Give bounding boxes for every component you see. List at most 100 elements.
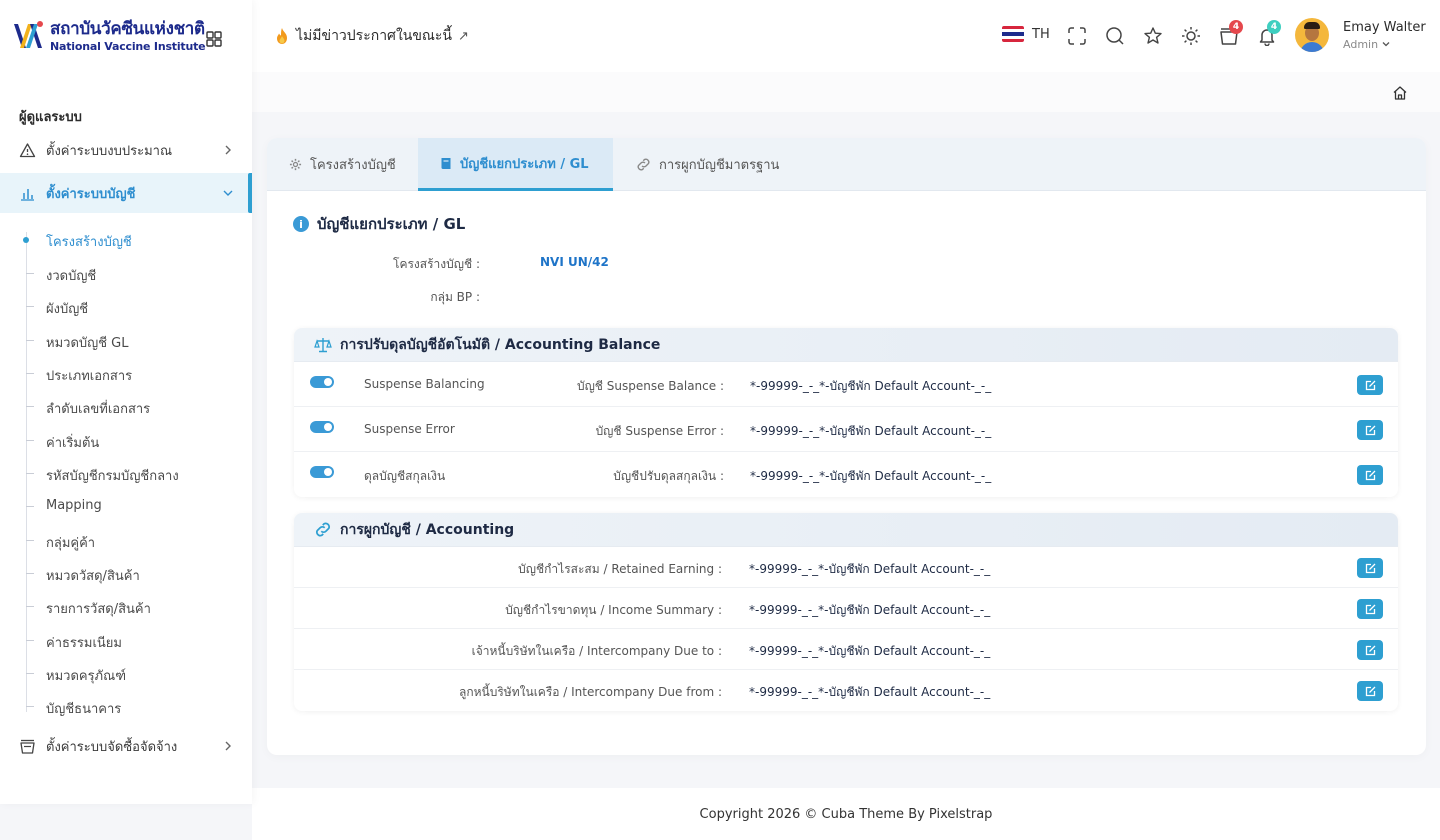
account-label: บัญชีกำไรสะสม / Retained Earning : [518,562,722,576]
chevron-down-icon [1382,42,1390,47]
edit-icon [1365,604,1375,614]
app-grid-icon[interactable] [206,31,222,47]
sidebar-subitem[interactable]: โครงสร้างบัญชี [0,225,252,255]
sidebar-subitem[interactable]: บัญชีธนาคาร [0,692,252,722]
sidebar-subitem[interactable]: ลำดับเลขที่เอกสาร [0,392,252,422]
enable-toggle[interactable] [310,421,334,433]
tab-standard-binding[interactable]: การผูกบัญชีมาตรฐาน [636,138,779,191]
edit-button[interactable] [1357,420,1383,440]
book-icon [441,157,451,169]
panel-title: การปรับดุลบัญชีอัตโนมัติ / Accounting Ba… [340,336,661,353]
sidebar-subitem-label: Mapping [46,498,102,513]
news-announcement[interactable]: ไม่มีข่าวประกาศในขณะนี้ ↗ [274,25,469,47]
edit-button[interactable] [1357,558,1383,578]
edit-button[interactable] [1357,465,1383,485]
row-name: Suspense Error [364,422,455,436]
sidebar-subitem[interactable]: ค่าธรรมเนียม [0,626,252,656]
structure-value[interactable]: NVI UN/42 [540,255,609,269]
account-value: *-99999-_-_*-บัญชีพัก Default Account-_-… [749,562,991,576]
accounting-row: ลูกหนี้บริษัทในเครือ / Intercompany Due … [294,670,1398,711]
tab-label: การผูกบัญชีมาตรฐาน [659,158,780,173]
user-profile[interactable]: Emay Walter Admin [1295,18,1426,52]
sidebar-item-label: ตั้งค่าระบบงบประมาณ [46,143,173,159]
copyright-text: Copyright 2026 © Cuba Theme By Pixelstra… [699,806,993,822]
sidebar-item-budget[interactable]: ตั้งค่าระบบงบประมาณ [0,130,252,170]
theme-sun-icon[interactable] [1181,26,1201,46]
external-arrow-icon: ↗ [458,28,469,44]
sidebar-subitem-label: ค่าเริ่มต้น [46,436,100,451]
edit-icon [1365,645,1375,655]
edit-icon [1365,563,1375,573]
balance-row: ดุลบัญชีสกุลเงิน บัญชีปรับดุลสกุลเงิน : … [294,452,1398,497]
sidebar-subitem[interactable]: หมวดบัญชี GL [0,326,252,356]
top-header: ไม่มีข่าวประกาศในขณะนี้ ↗ TH 4 4 Emay Wa… [252,0,1440,72]
row-name: Suspense Balancing [364,377,485,391]
search-icon[interactable] [1105,26,1125,46]
scale-icon [314,337,332,352]
account-label: บัญชีปรับดุลสกุลเงิน : [613,469,724,483]
basket-icon [20,739,35,754]
language-label: TH [1032,26,1050,42]
sidebar-subitem[interactable]: ค่าเริ่มต้น [0,426,252,456]
notification-count-badge: 4 [1267,20,1281,34]
chevron-right-icon [225,145,231,155]
tab-label: โครงสร้างบัญชี [310,158,396,173]
sidebar-subitem[interactable]: งวดบัญชี [0,259,252,289]
account-value: *-99999-_-_*-บัญชีพัก Default Account-_-… [750,379,992,393]
thai-flag-icon [1002,26,1024,42]
brand-name-en: National Vaccine Institute [50,39,206,53]
home-icon[interactable] [1392,85,1408,101]
tab-account-structure[interactable]: โครงสร้างบัญชี [289,138,396,191]
breadcrumb [252,72,1440,112]
sidebar-subitem-label: หมวดบัญชี GL [46,336,129,351]
language-selector[interactable]: TH [1002,26,1050,42]
sidebar-subitem[interactable]: หมวดวัสดุ/สินค้า [0,559,252,589]
edit-button[interactable] [1357,640,1383,660]
sidebar-item-procurement[interactable]: ตั้งค่าระบบจัดซื้อจัดจ้าง [0,726,252,766]
fullscreen-icon[interactable] [1067,26,1087,46]
account-value: *-99999-_-_*-บัญชีพัก Default Account-_-… [749,644,991,658]
panel-header: การปรับดุลบัญชีอัตโนมัติ / Accounting Ba… [294,328,1398,362]
fire-icon [277,28,287,44]
enable-toggle[interactable] [310,466,334,478]
sidebar-subitem[interactable]: รายการวัสดุ/สินค้า [0,592,252,622]
panel-header: การผูกบัญชี / Accounting [294,513,1398,547]
link-icon [316,522,330,537]
structure-label: โครงสร้างบัญชี : [393,257,480,271]
star-icon[interactable] [1143,26,1163,46]
sidebar-subitem[interactable]: ผังบัญชี [0,292,252,322]
tab-label: บัญชีแยกประเภท / GL [460,156,589,172]
accounting-balance-panel: การปรับดุลบัญชีอัตโนมัติ / Accounting Ba… [294,328,1398,497]
account-value: *-99999-_-_*-บัญชีพัก Default Account-_-… [750,424,992,438]
user-role: Admin [1343,37,1379,51]
bar-chart-icon [21,189,34,201]
sidebar-subitem[interactable]: หมวดครุภัณฑ์ [0,659,252,689]
sidebar-subitem[interactable]: รหัสบัญชีกรมบัญชีกลาง [0,459,252,489]
user-name: Emay Walter [1343,19,1426,35]
account-value: *-99999-_-_*-บัญชีพัก Default Account-_-… [749,685,991,699]
sidebar-subitem-label: รหัสบัญชีกรมบัญชีกลาง [46,469,179,484]
edit-button[interactable] [1357,599,1383,619]
sidebar-subitem-label: บัญชีธนาคาร [46,702,122,717]
sidebar-item-accounting[interactable]: ตั้งค่าระบบบัญชี [0,173,252,213]
edit-icon [1365,470,1375,480]
row-name: ดุลบัญชีสกุลเงิน [364,469,446,483]
balance-row: Suspense Balancing บัญชี Suspense Balanc… [294,362,1398,407]
edit-button[interactable] [1357,681,1383,701]
sidebar-item-label: ตั้งค่าระบบบัญชี [46,186,136,202]
menu-heading: ผู้ดูแลระบบ [19,110,82,125]
chevron-down-icon [223,190,233,196]
warning-triangle-icon [19,143,36,158]
brand-name-th: สถาบันวัคซีนแห่งชาติ [50,18,205,39]
account-label: เจ้าหนี้บริษัทในเครือ / Intercompany Due… [471,644,722,658]
chevron-right-icon [225,741,231,751]
sidebar-subitem-label: ค่าธรรมเนียม [46,636,122,651]
section-title-text: บัญชีแยกประเภท / GL [317,215,466,233]
sidebar-subitem[interactable]: กลุ่มคู่ค้า [0,526,252,556]
sidebar-subitem-label: ประเภทเอกสาร [46,369,133,384]
tab-general-ledger[interactable]: บัญชีแยกประเภท / GL [418,138,613,191]
edit-button[interactable] [1357,375,1383,395]
enable-toggle[interactable] [310,376,334,388]
sidebar-subitem[interactable]: ประเภทเอกสาร [0,359,252,389]
sidebar-subitem[interactable]: Mapping [0,492,252,522]
